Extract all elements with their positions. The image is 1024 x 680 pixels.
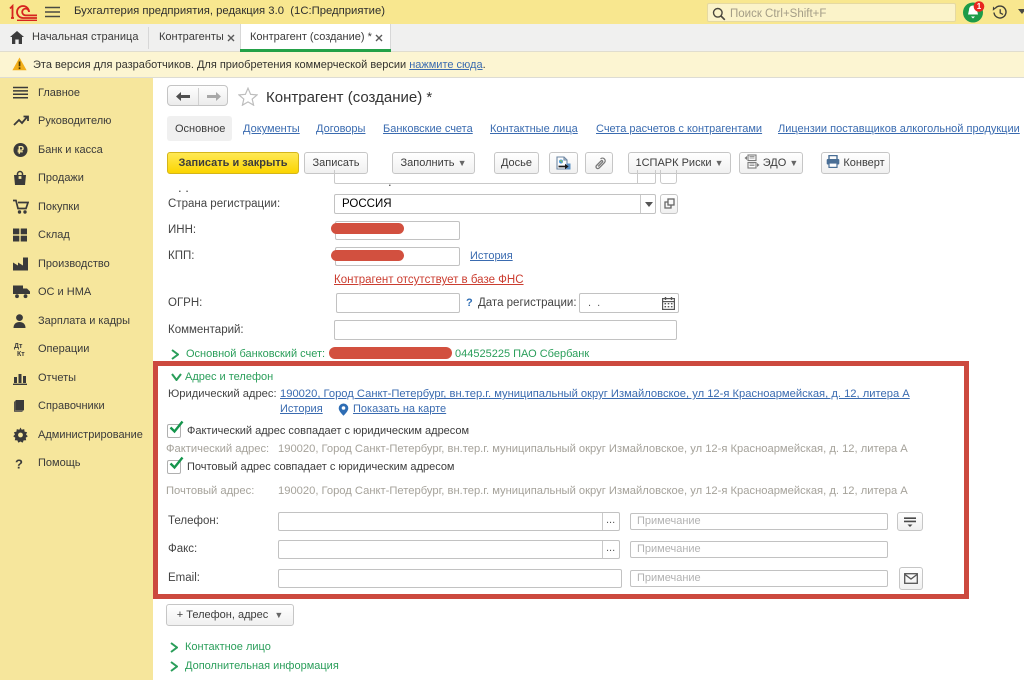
svg-text:1: 1 xyxy=(977,2,982,11)
svg-text:Дт: Дт xyxy=(14,343,23,350)
svg-text:₽: ₽ xyxy=(18,146,25,157)
svg-text:?: ? xyxy=(15,457,23,471)
svg-text:Кт: Кт xyxy=(17,351,25,357)
